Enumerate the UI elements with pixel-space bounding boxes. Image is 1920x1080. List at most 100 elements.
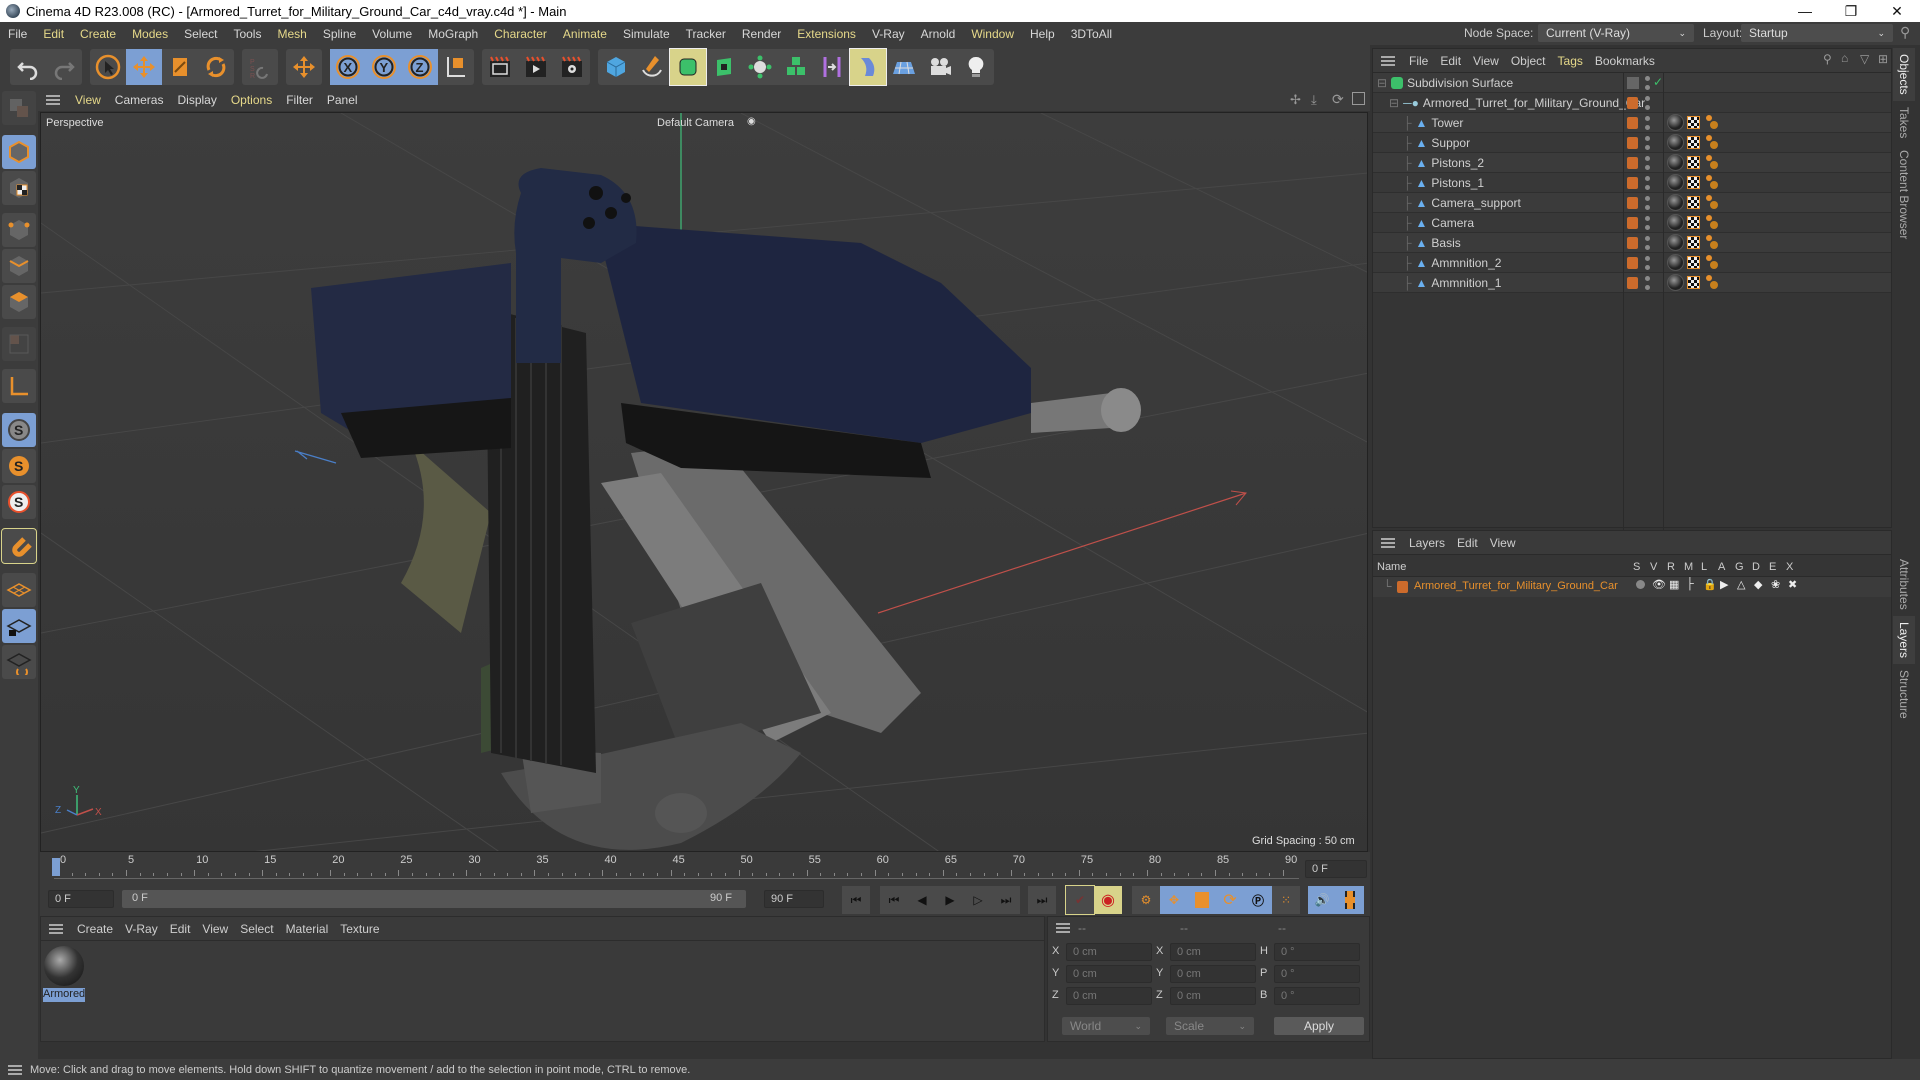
material-menu-vray[interactable]: V-Ray (119, 922, 164, 936)
pan-view-icon[interactable]: ✢ (1290, 92, 1301, 108)
viewport-menu-panel[interactable]: Panel (320, 93, 365, 107)
rotation-field[interactable]: 0 ° (1274, 943, 1360, 961)
uvw-tag-icon[interactable] (1687, 196, 1700, 209)
vray-tag-icon[interactable] (1706, 215, 1712, 221)
column-d[interactable]: D (1752, 561, 1760, 573)
position-field[interactable]: 0 cm (1066, 987, 1152, 1005)
menu-character[interactable]: Character (486, 27, 555, 41)
object-menu-edit[interactable]: Edit (1434, 54, 1467, 68)
size-field[interactable]: 0 cm (1170, 987, 1256, 1005)
cloner-button[interactable] (742, 49, 778, 85)
move-tool-button[interactable] (126, 49, 162, 85)
menu-vray[interactable]: V-Ray (864, 27, 913, 41)
object-menu-tags[interactable]: Tags (1552, 54, 1589, 68)
material-menu-view[interactable]: View (196, 922, 234, 936)
vray-tag-icon[interactable] (1706, 255, 1712, 261)
tab-layers[interactable]: Layers (1893, 616, 1915, 665)
timeline-button[interactable] (1336, 886, 1364, 914)
column-r[interactable]: R (1667, 561, 1675, 573)
menu-edit[interactable]: Edit (35, 27, 72, 41)
tab-content-browser[interactable]: Content Browser (1893, 144, 1915, 245)
hamburger-menu-icon[interactable] (49, 923, 63, 934)
key-scale-button[interactable] (1188, 886, 1216, 914)
extrude-button[interactable] (706, 49, 742, 85)
layer-row[interactable]: └ Armored_Turret_for_Military_Ground_Car… (1373, 577, 1891, 597)
record-keys-button[interactable]: ✔ (1065, 885, 1095, 915)
column-m[interactable]: M (1684, 561, 1693, 573)
symmetry-button[interactable] (814, 49, 850, 85)
hamburger-menu-icon[interactable] (1381, 537, 1395, 548)
grid-refresh-button[interactable] (2, 645, 36, 679)
play-button[interactable]: ▶ (936, 886, 964, 914)
vray-tag-icon[interactable] (1706, 155, 1712, 161)
render-button[interactable] (518, 49, 554, 85)
sound-button[interactable]: 🔊 (1308, 886, 1336, 914)
node-space-select[interactable]: Current (V-Ray) ⌄ (1538, 24, 1694, 42)
uvw-tag-icon[interactable] (1687, 236, 1700, 249)
tab-objects[interactable]: Objects (1893, 48, 1915, 101)
position-field[interactable]: 0 cm (1066, 965, 1152, 983)
filter-icon[interactable]: ▽ (1860, 52, 1869, 66)
object-row-group[interactable]: ⊟ ─● Armored_Turret_for_Military_Ground_Ca… (1373, 93, 1891, 113)
object-row[interactable]: ├ ▲ Pistons_1 (1373, 173, 1891, 193)
rotation-field[interactable]: 0 ° (1274, 987, 1360, 1005)
object-row-subdivision[interactable]: ⊟ Subdivision Surface ✓ (1373, 73, 1891, 93)
rotate-view-icon[interactable]: ⟳ (1332, 91, 1344, 108)
light-button[interactable] (958, 49, 994, 85)
psr-button[interactable]: PSR (242, 49, 278, 85)
floor-button[interactable] (886, 49, 922, 85)
key-position-button[interactable]: ✥ (1160, 886, 1188, 914)
material-menu-select[interactable]: Select (234, 922, 279, 936)
enabled-check-icon[interactable]: ✓ (1653, 75, 1663, 89)
menu-render[interactable]: Render (734, 27, 789, 41)
viewport-menu-view[interactable]: View (68, 93, 108, 107)
deformer-button[interactable] (849, 48, 887, 86)
menu-create[interactable]: Create (72, 27, 124, 41)
coordinate-system-button[interactable] (438, 49, 474, 85)
snap-settings-button[interactable]: S (2, 449, 36, 483)
select-tool-button[interactable] (90, 49, 126, 85)
vray-tag-icon[interactable] (1706, 275, 1712, 281)
layer-color-tag[interactable] (1627, 97, 1638, 109)
menu-tracker[interactable]: Tracker (678, 27, 734, 41)
playhead[interactable] (52, 858, 60, 876)
material-tag-icon[interactable] (1667, 174, 1684, 191)
hamburger-menu-icon[interactable] (1056, 923, 1070, 933)
visibility-dots[interactable] (1644, 96, 1650, 110)
uvw-tag-icon[interactable] (1687, 156, 1700, 169)
apply-button[interactable]: Apply (1274, 1017, 1364, 1035)
menu-volume[interactable]: Volume (364, 27, 420, 41)
snap-button[interactable]: S (2, 413, 36, 447)
layout-select[interactable]: Startup ⌄ (1741, 24, 1893, 42)
object-menu-object[interactable]: Object (1505, 54, 1552, 68)
key-pla-button[interactable]: ⁙ (1272, 886, 1300, 914)
layer-color-tag[interactable] (1627, 197, 1638, 209)
column-e[interactable]: E (1769, 561, 1776, 573)
collapse-icon[interactable]: ⊟ (1377, 76, 1387, 90)
material-tag-icon[interactable] (1667, 134, 1684, 151)
visibility-dots[interactable] (1644, 236, 1650, 250)
model-mode-button[interactable] (2, 135, 36, 169)
workplane-button[interactable] (2, 369, 36, 403)
uvw-tag-icon[interactable] (1687, 116, 1700, 129)
uvw-tag-icon[interactable] (1687, 176, 1700, 189)
viewport-menu-filter[interactable]: Filter (279, 93, 320, 107)
object-row[interactable]: ├ ▲ Pistons_2 (1373, 153, 1891, 173)
menu-extensions[interactable]: Extensions (789, 27, 864, 41)
keyframe-settings-button[interactable]: ⚙ (1132, 886, 1160, 914)
pen-button[interactable] (634, 49, 670, 85)
menu-spline[interactable]: Spline (315, 27, 364, 41)
zoom-view-icon[interactable]: ⤓ (1311, 92, 1317, 108)
menu-mesh[interactable]: Mesh (269, 27, 314, 41)
render-settings-button[interactable] (554, 49, 590, 85)
points-mode-button[interactable] (2, 213, 36, 247)
undo-button[interactable] (10, 49, 46, 85)
3d-viewport[interactable]: Y X Z Perspective Default Camera ◉ Grid … (40, 112, 1368, 852)
expressions-icon[interactable]: ❀ (1771, 578, 1780, 591)
timeline-ruler[interactable]: 0 5 10 15 20 25 30 35 40 45 50 55 60 65 70 75 80 85 90 0 F (40, 852, 1370, 886)
layer-tag[interactable] (1627, 77, 1639, 89)
visibility-dots[interactable] (1644, 276, 1650, 290)
vray-tag-icon[interactable] (1706, 235, 1712, 241)
layer-color-tag[interactable] (1627, 237, 1638, 249)
prev-frame-button[interactable]: ◀ (908, 886, 936, 914)
